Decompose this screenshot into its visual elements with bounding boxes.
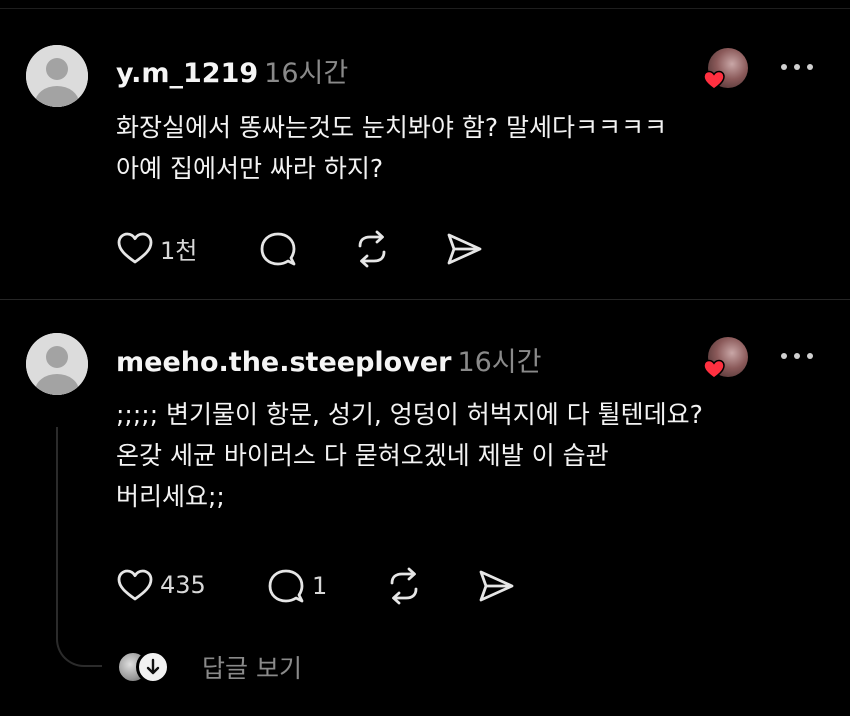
send-icon [447, 233, 482, 265]
avatar[interactable] [26, 45, 88, 107]
send-icon [479, 570, 514, 602]
red-heart-icon [703, 359, 725, 379]
heart-icon [117, 232, 153, 264]
arrow-down-icon [146, 658, 160, 675]
default-avatar-icon [26, 333, 88, 395]
liker-avatar[interactable] [703, 337, 748, 379]
reply-button[interactable]: 1 [266, 566, 327, 606]
view-replies-link[interactable]: 답글 보기 [202, 649, 302, 685]
post-card: y.m_1219 16시간 화장실에서 똥싸는것도 눈치봐야 함? 말세다ㅋㅋㅋㅋ… [0, 0, 850, 299]
default-avatar-icon [26, 45, 88, 107]
like-button[interactable]: 435 [116, 567, 206, 603]
expand-avatar [136, 650, 170, 684]
post-timestamp: 16시간 [264, 58, 349, 89]
post-text: ;;;;; 변기물이 항문, 성기, 엉덩이 허벅지에 다 튈텐데요? 온갖 세… [116, 400, 703, 511]
reply-button[interactable] [258, 229, 298, 269]
heart-icon [117, 569, 153, 601]
liker-avatar[interactable] [703, 48, 748, 90]
username-link[interactable]: meeho.the.steeplover [116, 347, 451, 378]
like-count: 1천 [160, 236, 198, 265]
thread-connector [56, 427, 102, 667]
post-text: 화장실에서 똥싸는것도 눈치봐야 함? 말세다ㅋㅋㅋㅋ 아예 집에서만 싸라 하… [116, 113, 668, 183]
share-button[interactable] [476, 567, 516, 605]
like-button[interactable]: 1천 [116, 230, 197, 266]
share-button[interactable] [444, 230, 484, 268]
username-link[interactable]: y.m_1219 [116, 58, 258, 89]
reply-count: 1 [312, 572, 328, 600]
post-timestamp: 16시간 [457, 347, 542, 378]
post-header: meeho.the.steeplover 16시간 [116, 340, 542, 379]
repost-icon [358, 230, 386, 268]
repost-button[interactable] [352, 229, 392, 269]
post-header: y.m_1219 16시간 [116, 51, 348, 90]
reply-avatars[interactable] [116, 650, 176, 684]
more-horizontal-icon[interactable] [778, 349, 818, 363]
repost-button[interactable] [384, 566, 424, 606]
comment-icon [268, 569, 304, 603]
avatar[interactable] [26, 333, 88, 395]
red-heart-icon [703, 70, 725, 90]
like-count: 435 [160, 571, 206, 599]
more-horizontal-icon[interactable] [778, 60, 818, 74]
comment-icon [260, 232, 296, 266]
repost-icon [390, 567, 418, 605]
